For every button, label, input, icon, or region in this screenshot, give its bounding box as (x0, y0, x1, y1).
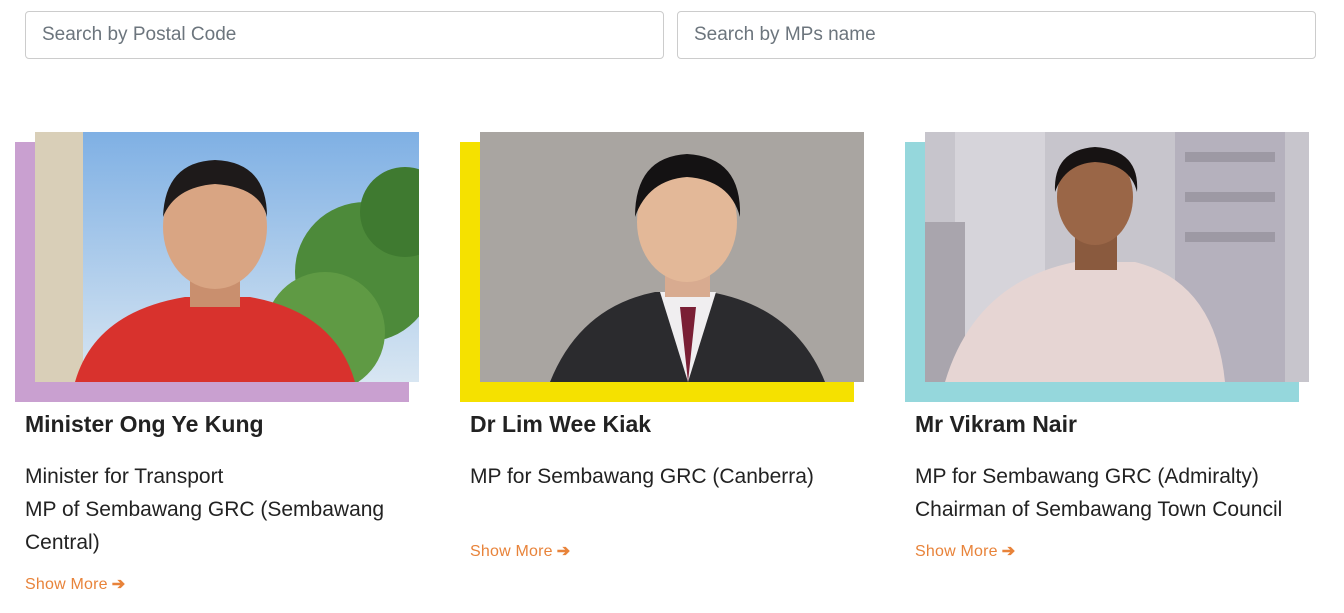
mp-name: Dr Lim Wee Kiak (470, 411, 652, 437)
arrow-right-icon: ➔ (1001, 543, 1016, 560)
show-more-link[interactable]: Show More ➔ (25, 576, 125, 594)
arrow-right-icon: ➔ (111, 576, 126, 593)
mp-roles: MP for Sembawang GRC (Admiralty) Chairma… (915, 460, 1310, 526)
mp-roles: Minister for Transport MP of Sembawang G… (25, 460, 420, 559)
mp-name-search-input[interactable] (677, 11, 1316, 59)
mp-roles: MP for Sembawang GRC (Canberra) (470, 460, 865, 493)
mp-role: Chairman of Sembawang Town Council (915, 498, 1283, 521)
mp-role: MP for Sembawang GRC (Admiralty) (915, 465, 1259, 488)
show-more-label: Show More (25, 576, 108, 593)
show-more-label: Show More (470, 543, 553, 560)
arrow-right-icon: ➔ (556, 543, 571, 560)
show-more-link[interactable]: Show More ➔ (470, 543, 570, 561)
mp-role: Minister for Transport (25, 465, 224, 488)
show-more-label: Show More (915, 543, 998, 560)
mp-role: MP of Sembawang GRC (Sembawang Central) (25, 498, 385, 554)
mp-photo (480, 132, 864, 382)
show-more-link[interactable]: Show More ➔ (915, 543, 1015, 561)
mp-role: MP for Sembawang GRC (Canberra) (470, 465, 814, 488)
mp-photo (925, 132, 1309, 382)
mp-name: Mr Vikram Nair (915, 411, 1077, 437)
mp-photo (35, 132, 419, 382)
search-bar (25, 11, 1317, 59)
postal-code-search-input[interactable] (25, 11, 664, 59)
mp-name: Minister Ong Ye Kung (25, 411, 264, 437)
